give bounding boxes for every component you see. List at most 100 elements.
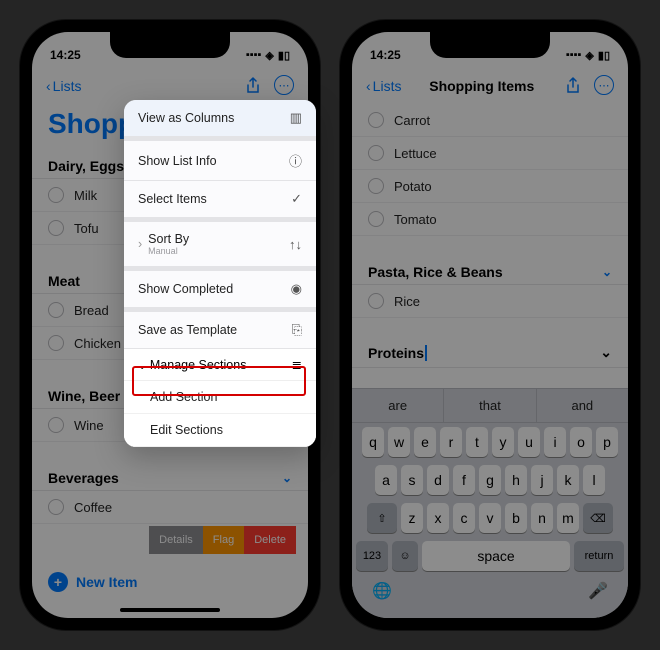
more-icon[interactable]: ⋯	[274, 75, 294, 95]
menu-sort-by[interactable]: › Sort By Manual ↑↓	[124, 218, 316, 267]
shift-key[interactable]: ⇧	[367, 503, 397, 533]
columns-icon: ▥	[290, 110, 302, 126]
radio-icon[interactable]	[48, 187, 64, 203]
radio-icon[interactable]	[368, 293, 384, 309]
item-label: Potato	[394, 179, 432, 194]
new-item-button[interactable]: + New Item	[48, 572, 137, 592]
wifi-icon: ◈	[265, 49, 273, 62]
suggestion[interactable]: are	[352, 389, 444, 422]
list-item[interactable]: Tomato	[352, 203, 628, 236]
return-key[interactable]: return	[574, 541, 624, 571]
menu-label: Save as Template	[138, 323, 237, 337]
radio-icon[interactable]	[48, 302, 64, 318]
radio-icon[interactable]	[48, 220, 64, 236]
item-label: Lettuce	[394, 146, 437, 161]
key-l[interactable]: l	[583, 465, 605, 495]
swipe-details-button[interactable]: Details	[149, 526, 203, 554]
phone-right: 14:25 ▪▪▪▪ ◈ ▮▯ ‹ Lists Shopping Items ⋯…	[340, 20, 640, 630]
key-s[interactable]: s	[401, 465, 423, 495]
key-j[interactable]: j	[531, 465, 553, 495]
mic-icon[interactable]: 🎤	[588, 581, 608, 601]
share-icon[interactable]	[562, 75, 584, 97]
radio-icon[interactable]	[48, 335, 64, 351]
list-item[interactable]: Coffee	[32, 491, 308, 524]
key-h[interactable]: h	[505, 465, 527, 495]
back-button[interactable]: ‹ Lists	[366, 78, 401, 94]
key-c[interactable]: c	[453, 503, 475, 533]
swipe-actions: Details Flag Delete	[149, 526, 296, 554]
key-row: ⇧zxcvbnm⌫	[352, 499, 628, 537]
menu-label: Show Completed	[138, 282, 233, 296]
space-key[interactable]: space	[422, 541, 570, 571]
section-header[interactable]: Beverages ⌄	[32, 460, 308, 491]
menu-show-completed[interactable]: Show Completed ◉	[124, 267, 316, 308]
numbers-key[interactable]: 123	[356, 541, 388, 571]
key-d[interactable]: d	[427, 465, 449, 495]
section-header[interactable]: Pasta, Rice & Beans ⌄	[352, 254, 628, 285]
chevron-down-icon[interactable]: ⌄	[282, 471, 292, 485]
key-m[interactable]: m	[557, 503, 579, 533]
key-z[interactable]: z	[401, 503, 423, 533]
key-x[interactable]: x	[427, 503, 449, 533]
list-item[interactable]: Carrot	[352, 104, 628, 137]
plus-icon: +	[48, 572, 68, 592]
screen-right: 14:25 ▪▪▪▪ ◈ ▮▯ ‹ Lists Shopping Items ⋯…	[352, 32, 628, 618]
key-k[interactable]: k	[557, 465, 579, 495]
key-u[interactable]: u	[518, 427, 540, 457]
list-item[interactable]: Rice	[352, 285, 628, 318]
key-t[interactable]: t	[466, 427, 488, 457]
key-e[interactable]: e	[414, 427, 436, 457]
list-item[interactable]: Lettuce	[352, 137, 628, 170]
key-n[interactable]: n	[531, 503, 553, 533]
menu-save-template[interactable]: Save as Template ⎘	[124, 308, 316, 349]
radio-icon[interactable]	[48, 417, 64, 433]
key-o[interactable]: o	[570, 427, 592, 457]
menu-select-items[interactable]: Select Items ✓	[124, 181, 316, 218]
more-icon[interactable]: ⋯	[594, 75, 614, 95]
radio-icon[interactable]	[368, 145, 384, 161]
key-w[interactable]: w	[388, 427, 410, 457]
backspace-key[interactable]: ⌫	[583, 503, 613, 533]
swipe-flag-button[interactable]: Flag	[203, 526, 244, 554]
radio-icon[interactable]	[368, 211, 384, 227]
key-v[interactable]: v	[479, 503, 501, 533]
item-label: Rice	[394, 294, 420, 309]
section-label: Meat	[48, 273, 80, 289]
swipe-delete-button[interactable]: Delete	[244, 526, 296, 554]
radio-icon[interactable]	[48, 499, 64, 515]
battery-icon: ▮▯	[278, 49, 290, 62]
section-label: Beverages	[48, 470, 119, 486]
menu-show-info[interactable]: Show List Info ⓘ	[124, 137, 316, 181]
nav-actions: ⋯	[242, 75, 294, 97]
wifi-icon: ◈	[585, 49, 593, 62]
key-f[interactable]: f	[453, 465, 475, 495]
key-b[interactable]: b	[505, 503, 527, 533]
key-g[interactable]: g	[479, 465, 501, 495]
submenu-edit-sections[interactable]: Edit Sections	[124, 414, 316, 447]
new-section-text: Proteins	[368, 345, 424, 361]
key-row: 123 ☺ space return	[352, 537, 628, 575]
globe-icon[interactable]: 🌐	[372, 581, 392, 601]
chevron-down-icon[interactable]: ⌄	[602, 265, 612, 279]
emoji-key[interactable]: ☺	[392, 541, 418, 571]
chevron-left-icon: ‹	[46, 78, 51, 94]
menu-view-columns[interactable]: View as Columns ▥	[124, 100, 316, 137]
key-y[interactable]: y	[492, 427, 514, 457]
radio-icon[interactable]	[368, 112, 384, 128]
chevron-down-icon[interactable]: ⌄	[600, 344, 612, 361]
key-p[interactable]: p	[596, 427, 618, 457]
notch	[110, 32, 230, 58]
list-item[interactable]: Potato	[352, 170, 628, 203]
key-r[interactable]: r	[440, 427, 462, 457]
suggestion[interactable]: that	[444, 389, 536, 422]
key-i[interactable]: i	[544, 427, 566, 457]
suggestion[interactable]: and	[537, 389, 628, 422]
key-q[interactable]: q	[362, 427, 384, 457]
back-button[interactable]: ‹ Lists	[46, 78, 81, 94]
template-icon: ⎘	[292, 322, 302, 338]
radio-icon[interactable]	[368, 178, 384, 194]
new-section-input[interactable]: Proteins ⌄	[352, 336, 628, 368]
key-row: asdfghjkl	[352, 461, 628, 499]
key-a[interactable]: a	[375, 465, 397, 495]
share-icon[interactable]	[242, 75, 264, 97]
